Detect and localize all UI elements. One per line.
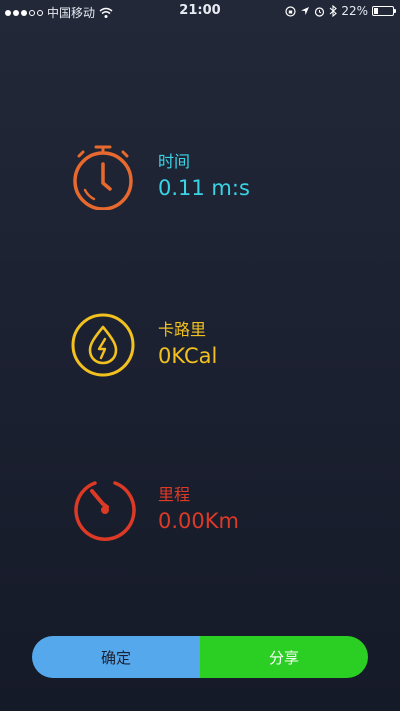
- status-right: 22%: [285, 4, 396, 18]
- distance-label: 里程: [158, 485, 191, 504]
- battery-icon: [372, 6, 396, 16]
- stat-time: 时间 0.11 m:s: [70, 144, 370, 214]
- flame-icon: [71, 313, 135, 377]
- confirm-button[interactable]: 确定: [32, 636, 200, 678]
- bluetooth-icon: [329, 5, 338, 17]
- orientation-lock-icon: [285, 5, 296, 17]
- time-value: 0.11 m:s: [158, 176, 250, 200]
- alarm-icon: [315, 6, 325, 17]
- action-bar: 确定 分享: [32, 636, 368, 678]
- battery-level: [374, 8, 378, 14]
- battery-percent: 22%: [341, 4, 368, 18]
- stopwatch-icon: [73, 145, 133, 210]
- share-button[interactable]: 分享: [200, 636, 368, 678]
- stat-distance: 里程 0.00Km: [70, 477, 370, 547]
- calories-label: 卡路里: [158, 320, 207, 339]
- stat-calories: 卡路里 0KCal: [70, 312, 370, 382]
- location-icon: [301, 7, 310, 15]
- distance-value: 0.00Km: [158, 509, 239, 533]
- time-label: 时间: [158, 152, 191, 171]
- speedometer-icon: [74, 481, 136, 541]
- status-bar: 中国移动 21:00 22%: [0, 0, 400, 22]
- calories-value: 0KCal: [158, 344, 218, 368]
